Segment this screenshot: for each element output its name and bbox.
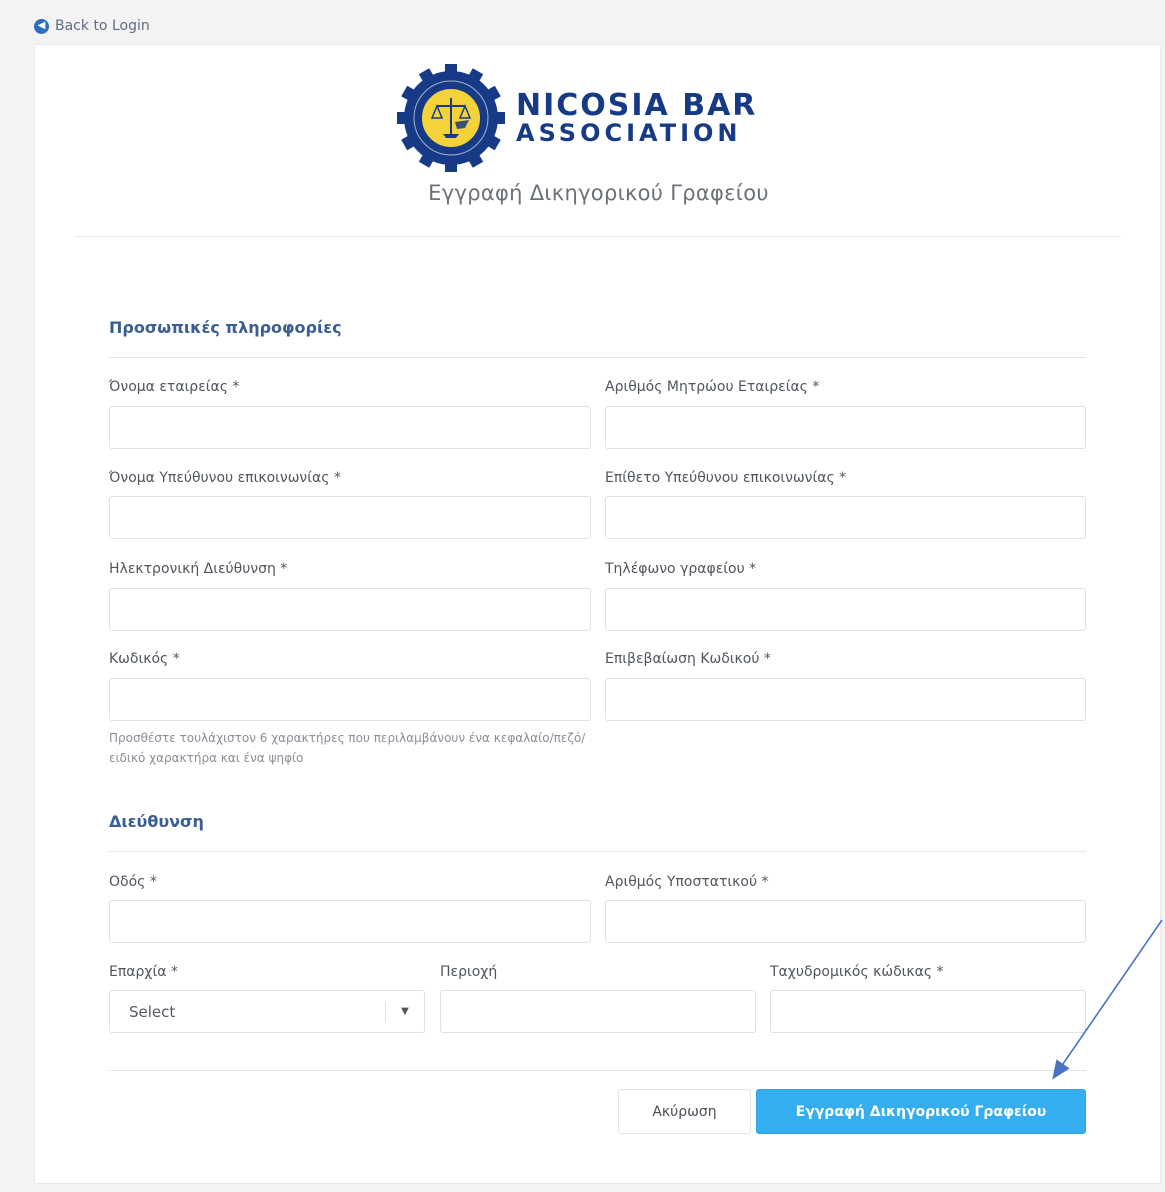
- submit-registration-button[interactable]: Εγγραφή Δικηγορικού Γραφείου: [756, 1089, 1086, 1134]
- brand-logo: NICOSIA BAR ASSOCIATION: [396, 63, 757, 173]
- password-confirm-input[interactable]: [605, 678, 1086, 721]
- contact-first-name-input[interactable]: [109, 496, 591, 539]
- company-reg-no-input[interactable]: [605, 406, 1086, 449]
- district-select-value: Select: [129, 1002, 176, 1021]
- section-title-personal: Προσωπικές πληροφορίες: [109, 318, 342, 337]
- district-select[interactable]: Select ▼: [109, 990, 425, 1033]
- section-title-address: Διεύθυνση: [109, 812, 204, 831]
- area-input[interactable]: [440, 990, 756, 1033]
- back-to-login-label: Back to Login: [55, 18, 150, 34]
- section-divider-address: [109, 851, 1086, 852]
- po-box-input[interactable]: [605, 900, 1086, 943]
- section-divider-personal: [109, 357, 1086, 358]
- brand-name-line2: ASSOCIATION: [516, 119, 742, 147]
- email-label: Ηλεκτρονική Διεύθυνση *: [109, 561, 288, 577]
- company-reg-no-label: Αριθμός Μητρώου Εταιρείας *: [605, 379, 820, 395]
- company-name-label: Όνομα εταιρείας *: [109, 379, 240, 395]
- district-label: Επαρχία *: [109, 964, 178, 980]
- password-label: Κωδικός *: [109, 651, 180, 667]
- password-input[interactable]: [109, 678, 591, 721]
- company-name-input[interactable]: [109, 406, 591, 449]
- office-phone-input[interactable]: [605, 588, 1086, 631]
- brand-name-line1: NICOSIA BAR: [516, 88, 758, 123]
- cancel-button[interactable]: Ακύρωση: [618, 1089, 751, 1134]
- page-title: Εγγραφή Δικηγορικού Γραφείου: [428, 181, 769, 205]
- email-input[interactable]: [109, 588, 591, 631]
- registration-card: NICOSIA BAR ASSOCIATION Εγγραφή Δικηγορι…: [34, 44, 1161, 1184]
- contact-last-name-input[interactable]: [605, 496, 1086, 539]
- office-phone-label: Τηλέφωνο γραφείου *: [605, 561, 757, 577]
- area-label: Περιοχή: [440, 964, 498, 980]
- contact-last-name-label: Επίθετο Υπεύθυνου επικοινωνίας *: [605, 470, 847, 486]
- password-confirm-label: Επιβεβαίωση Κωδικού *: [605, 651, 771, 667]
- arrow-left-circle-icon: ◀: [34, 18, 49, 34]
- street-input[interactable]: [109, 900, 591, 943]
- street-label: Οδός *: [109, 874, 157, 890]
- bar-association-seal-icon: [397, 64, 505, 172]
- contact-first-name-label: Όνομα Υπεύθυνου επικοινωνίας *: [109, 470, 341, 486]
- footer-divider: [109, 1070, 1086, 1071]
- po-box-label: Αριθμός Υποστατικού *: [605, 874, 769, 890]
- header-divider: [75, 236, 1121, 237]
- password-hint: Προσθέστε τουλάχιστον 6 χαρακτήρες που π…: [109, 731, 586, 765]
- postal-code-input[interactable]: [770, 990, 1086, 1033]
- back-to-login-link[interactable]: ◀ Back to Login: [34, 18, 150, 34]
- chevron-down-icon[interactable]: ▼: [386, 1006, 424, 1017]
- postal-code-label: Ταχυδρομικός κώδικας *: [770, 964, 944, 980]
